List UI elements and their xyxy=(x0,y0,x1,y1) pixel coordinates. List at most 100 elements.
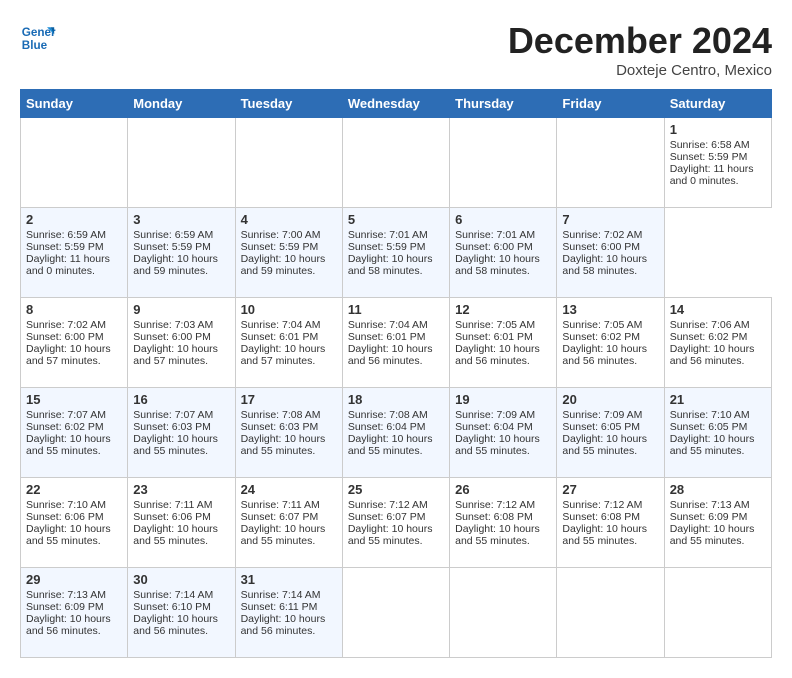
daylight: Daylight: 10 hours and 55 minutes. xyxy=(26,433,111,457)
calendar-week-6: 29 Sunrise: 7:13 AM Sunset: 6:09 PM Dayl… xyxy=(21,568,772,658)
location: Doxteje Centro, Mexico xyxy=(508,62,772,79)
sunrise: Sunrise: 7:06 AM xyxy=(670,319,750,331)
calendar-week-1: 1 Sunrise: 6:58 AM Sunset: 5:59 PM Dayli… xyxy=(21,118,772,208)
sunset: Sunset: 6:03 PM xyxy=(241,421,319,433)
day-number: 1 xyxy=(670,122,766,137)
day-number: 15 xyxy=(26,392,122,407)
day-cell-28: 28 Sunrise: 7:13 AM Sunset: 6:09 PM Dayl… xyxy=(664,478,771,568)
sunrise: Sunrise: 7:14 AM xyxy=(133,589,213,601)
logo: General Blue xyxy=(20,20,56,56)
calendar-body: 1 Sunrise: 6:58 AM Sunset: 5:59 PM Dayli… xyxy=(21,118,772,658)
sunset: Sunset: 6:00 PM xyxy=(26,331,104,343)
calendar-table: SundayMondayTuesdayWednesdayThursdayFrid… xyxy=(20,89,772,658)
day-cell-13: 13 Sunrise: 7:05 AM Sunset: 6:02 PM Dayl… xyxy=(557,298,664,388)
sunrise: Sunrise: 7:09 AM xyxy=(562,409,642,421)
sunset: Sunset: 6:00 PM xyxy=(455,241,533,253)
day-number: 6 xyxy=(455,212,551,227)
sunrise: Sunrise: 7:11 AM xyxy=(241,499,320,511)
day-number: 23 xyxy=(133,482,229,497)
sunset: Sunset: 6:08 PM xyxy=(455,511,533,523)
day-number: 17 xyxy=(241,392,337,407)
calendar-week-4: 15 Sunrise: 7:07 AM Sunset: 6:02 PM Dayl… xyxy=(21,388,772,478)
daylight: Daylight: 10 hours and 55 minutes. xyxy=(348,433,433,457)
sunrise: Sunrise: 7:05 AM xyxy=(455,319,535,331)
day-cell-31: 31 Sunrise: 7:14 AM Sunset: 6:11 PM Dayl… xyxy=(235,568,342,658)
day-number: 7 xyxy=(562,212,658,227)
sunset: Sunset: 5:59 PM xyxy=(670,151,748,163)
day-number: 3 xyxy=(133,212,229,227)
sunrise: Sunrise: 6:58 AM xyxy=(670,139,750,151)
day-cell-5: 5 Sunrise: 7:01 AM Sunset: 5:59 PM Dayli… xyxy=(342,208,449,298)
sunrise: Sunrise: 7:10 AM xyxy=(26,499,106,511)
sunset: Sunset: 6:07 PM xyxy=(348,511,426,523)
day-cell-9: 9 Sunrise: 7:03 AM Sunset: 6:00 PM Dayli… xyxy=(128,298,235,388)
sunrise: Sunrise: 7:12 AM xyxy=(562,499,642,511)
daylight: Daylight: 10 hours and 57 minutes. xyxy=(26,343,111,367)
sunset: Sunset: 6:05 PM xyxy=(562,421,640,433)
sunset: Sunset: 6:04 PM xyxy=(455,421,533,433)
day-number: 9 xyxy=(133,302,229,317)
empty-cell xyxy=(128,118,235,208)
day-cell-25: 25 Sunrise: 7:12 AM Sunset: 6:07 PM Dayl… xyxy=(342,478,449,568)
month-title: December 2024 xyxy=(508,20,772,62)
day-number: 21 xyxy=(670,392,766,407)
empty-cell xyxy=(664,568,771,658)
title-block: December 2024 Doxteje Centro, Mexico xyxy=(508,20,772,79)
daylight: Daylight: 10 hours and 59 minutes. xyxy=(133,253,218,277)
daylight: Daylight: 10 hours and 55 minutes. xyxy=(670,433,755,457)
day-cell-29: 29 Sunrise: 7:13 AM Sunset: 6:09 PM Dayl… xyxy=(21,568,128,658)
sunset: Sunset: 5:59 PM xyxy=(241,241,319,253)
sunrise: Sunrise: 6:59 AM xyxy=(26,229,106,241)
empty-cell xyxy=(235,118,342,208)
header-day-saturday: Saturday xyxy=(664,90,771,118)
day-cell-6: 6 Sunrise: 7:01 AM Sunset: 6:00 PM Dayli… xyxy=(450,208,557,298)
daylight: Daylight: 10 hours and 56 minutes. xyxy=(241,613,326,637)
day-cell-22: 22 Sunrise: 7:10 AM Sunset: 6:06 PM Dayl… xyxy=(21,478,128,568)
sunrise: Sunrise: 7:03 AM xyxy=(133,319,213,331)
sunrise: Sunrise: 7:10 AM xyxy=(670,409,750,421)
header-day-tuesday: Tuesday xyxy=(235,90,342,118)
sunset: Sunset: 6:04 PM xyxy=(348,421,426,433)
daylight: Daylight: 10 hours and 56 minutes. xyxy=(26,613,111,637)
header-day-friday: Friday xyxy=(557,90,664,118)
day-number: 10 xyxy=(241,302,337,317)
day-cell-30: 30 Sunrise: 7:14 AM Sunset: 6:10 PM Dayl… xyxy=(128,568,235,658)
sunrise: Sunrise: 6:59 AM xyxy=(133,229,213,241)
day-number: 5 xyxy=(348,212,444,227)
day-number: 13 xyxy=(562,302,658,317)
header-day-thursday: Thursday xyxy=(450,90,557,118)
day-cell-4: 4 Sunrise: 7:00 AM Sunset: 5:59 PM Dayli… xyxy=(235,208,342,298)
sunrise: Sunrise: 7:01 AM xyxy=(455,229,535,241)
daylight: Daylight: 10 hours and 56 minutes. xyxy=(455,343,540,367)
sunrise: Sunrise: 7:00 AM xyxy=(241,229,321,241)
sunrise: Sunrise: 7:07 AM xyxy=(26,409,106,421)
day-cell-20: 20 Sunrise: 7:09 AM Sunset: 6:05 PM Dayl… xyxy=(557,388,664,478)
day-number: 20 xyxy=(562,392,658,407)
sunrise: Sunrise: 7:14 AM xyxy=(241,589,321,601)
daylight: Daylight: 10 hours and 55 minutes. xyxy=(455,433,540,457)
sunset: Sunset: 6:09 PM xyxy=(26,601,104,613)
sunrise: Sunrise: 7:05 AM xyxy=(562,319,642,331)
daylight: Daylight: 10 hours and 55 minutes. xyxy=(133,523,218,547)
sunset: Sunset: 6:09 PM xyxy=(670,511,748,523)
sunrise: Sunrise: 7:01 AM xyxy=(348,229,428,241)
sunrise: Sunrise: 7:08 AM xyxy=(348,409,428,421)
day-cell-19: 19 Sunrise: 7:09 AM Sunset: 6:04 PM Dayl… xyxy=(450,388,557,478)
daylight: Daylight: 10 hours and 56 minutes. xyxy=(133,613,218,637)
daylight: Daylight: 10 hours and 55 minutes. xyxy=(241,523,326,547)
calendar-header-row: SundayMondayTuesdayWednesdayThursdayFrid… xyxy=(21,90,772,118)
sunrise: Sunrise: 7:13 AM xyxy=(26,589,106,601)
sunset: Sunset: 6:03 PM xyxy=(133,421,211,433)
sunset: Sunset: 6:02 PM xyxy=(670,331,748,343)
calendar-week-3: 8 Sunrise: 7:02 AM Sunset: 6:00 PM Dayli… xyxy=(21,298,772,388)
daylight: Daylight: 10 hours and 55 minutes. xyxy=(455,523,540,547)
day-cell-17: 17 Sunrise: 7:08 AM Sunset: 6:03 PM Dayl… xyxy=(235,388,342,478)
day-number: 2 xyxy=(26,212,122,227)
day-number: 14 xyxy=(670,302,766,317)
empty-cell xyxy=(557,118,664,208)
daylight: Daylight: 10 hours and 55 minutes. xyxy=(241,433,326,457)
sunset: Sunset: 6:08 PM xyxy=(562,511,640,523)
sunrise: Sunrise: 7:02 AM xyxy=(26,319,106,331)
daylight: Daylight: 10 hours and 58 minutes. xyxy=(562,253,647,277)
day-number: 8 xyxy=(26,302,122,317)
